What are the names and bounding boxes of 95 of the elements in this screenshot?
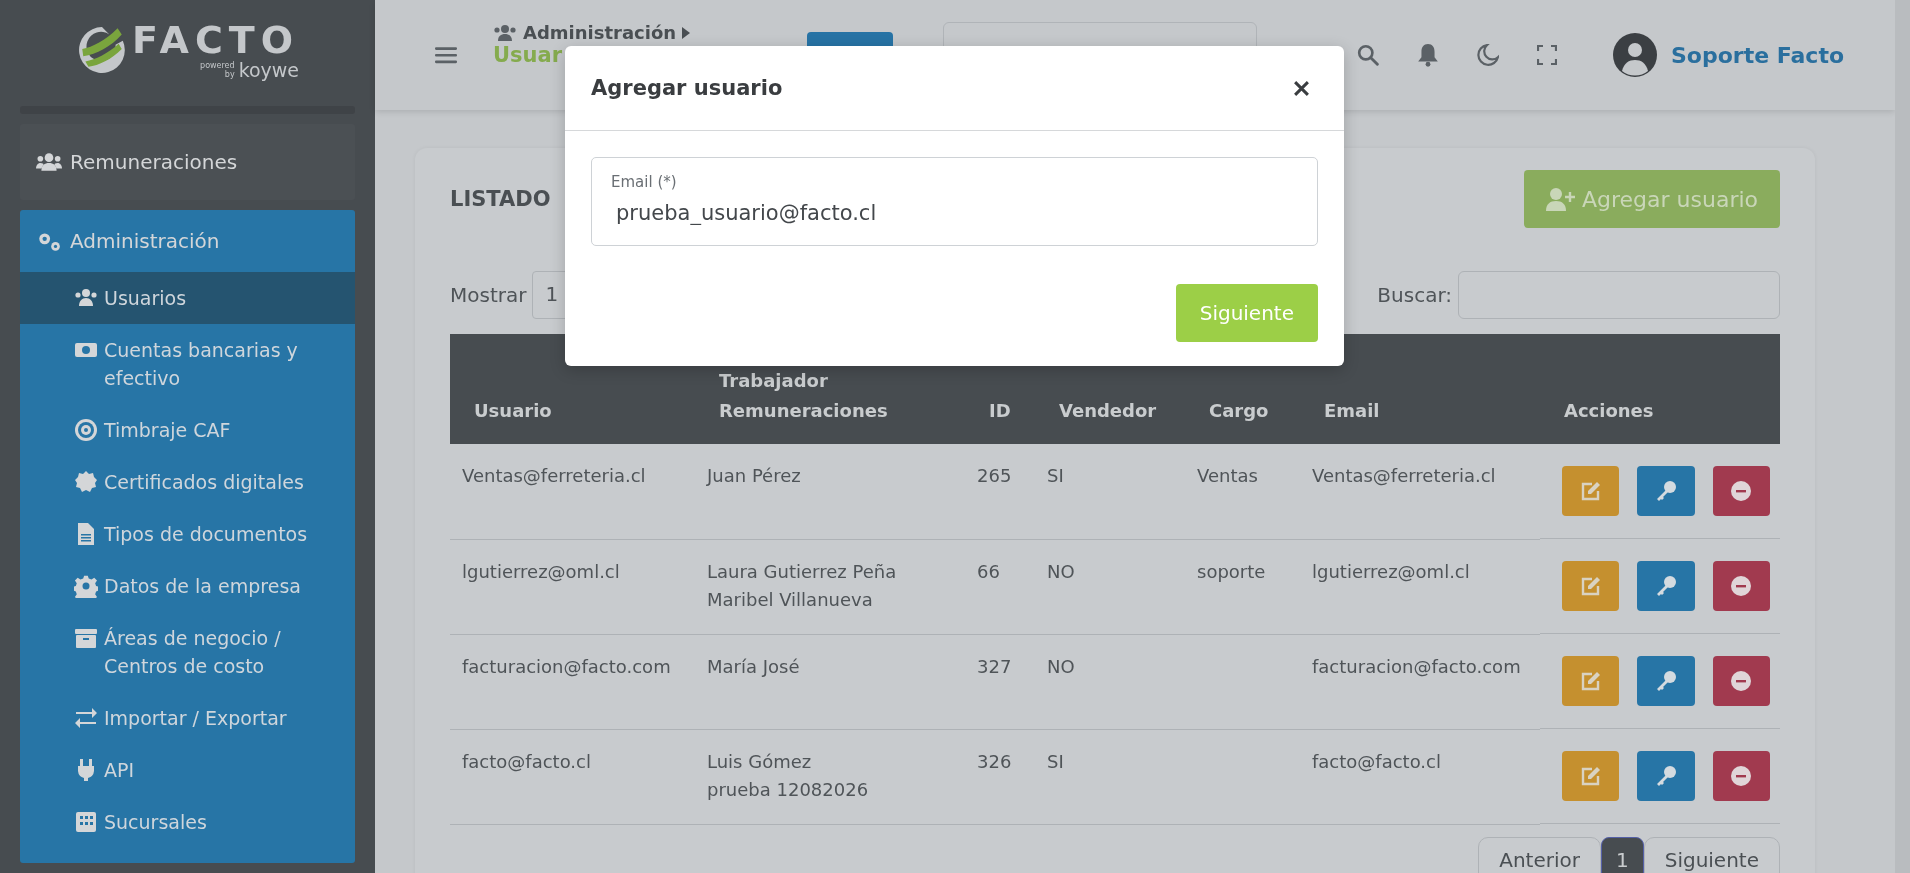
users-icon [493,22,517,43]
section-title: LISTADO [450,187,551,211]
sidebar-item[interactable]: Administración [20,210,355,272]
search-label: Buscar: [1377,283,1452,307]
page-title: Usuar [493,43,564,67]
column-header: Acciones [1564,400,1654,421]
search-field[interactable] [1458,271,1780,319]
table-cell: Juan Pérez [707,465,801,486]
grid-icon [74,810,98,834]
sidebar-item[interactable]: Sucursales [20,796,355,848]
table-cell: facturacion@facto.com [1312,655,1521,677]
close-icon[interactable] [1293,79,1310,97]
exchange-icon [74,706,98,730]
key-button[interactable] [1637,466,1695,516]
next-page-button[interactable]: Siguiente [1643,836,1780,873]
table-cell: facturacion@facto.com [462,655,671,677]
sidebar-item[interactable]: Datos de la empresa [20,560,355,612]
table-cell: facto@facto.cl [1312,750,1441,772]
key-button[interactable] [1637,751,1695,801]
column-header: Email [1324,400,1380,421]
target-icon [74,418,98,442]
sidebar-item[interactable]: Cuentas bancarias y efectivo [20,324,355,404]
table-cell: SI [1047,465,1064,486]
table-cell: 326 [977,750,1012,772]
sidebar-item[interactable]: Usuarios [20,272,355,324]
table-cell: SI [1047,750,1064,772]
remove-button[interactable] [1712,656,1770,706]
user-plus-icon [1545,187,1576,211]
key-icon [1655,575,1677,597]
column-header: ID [989,400,1011,421]
table-cell: 327 [977,655,1012,677]
table-cell: 66 [977,560,1000,582]
menu-icon[interactable] [435,46,457,64]
field-label: Email (*) [611,173,677,191]
table-cell: 265 [977,465,1012,486]
powered-by-text: powered by [200,61,235,79]
next-button[interactable]: Siguiente [1175,284,1318,342]
sidebar-item[interactable]: Timbraje CAF [20,404,355,456]
key-button[interactable] [1637,561,1695,611]
key-icon [1655,765,1677,787]
users-icon [36,151,62,173]
breadcrumb-link[interactable]: Administración [523,22,677,43]
remove-button[interactable] [1712,466,1770,516]
page-button[interactable]: 1 [1600,836,1644,873]
remove-icon [1730,670,1753,692]
moon-icon[interactable] [1477,44,1499,66]
remove-icon [1730,575,1753,597]
search-icon[interactable] [1357,44,1379,66]
fullscreen-icon[interactable] [1537,45,1557,65]
gear-icon [74,574,98,598]
avatar-icon[interactable] [1613,33,1657,77]
table-cell: María José [707,655,800,677]
key-icon [1655,670,1677,692]
show-label: Mostrar [450,283,527,307]
column-header: Vendedor [1059,400,1157,421]
table-cell: Ventas [1197,465,1258,486]
archive-icon [74,626,98,650]
edit-icon [1579,576,1602,596]
edit-icon [1579,766,1602,786]
column-header: Cargo [1209,400,1269,421]
table-cell: Ventas@ferreteria.cl [1312,465,1496,486]
previous-page-button[interactable]: Anterior [1478,836,1601,873]
sidebar-item[interactable]: Importar / Exportar [20,692,355,744]
sidebar-item[interactable]: Tipos de documentos [20,508,355,560]
caret-icon [682,26,691,39]
remove-button[interactable] [1712,751,1770,801]
table-cell: NO [1047,655,1075,677]
gears-icon [36,230,62,252]
sidebar-item[interactable]: API [20,744,355,796]
column-header: Usuario [474,400,552,421]
table-cell: Luis Gómez prueba 12082026 [707,750,869,800]
remove-button[interactable] [1712,561,1770,611]
user-name[interactable]: Soporte Facto [1671,42,1845,68]
sidebar-item[interactable]: Remuneraciones [20,124,355,200]
table-cell: Ventas@ferreteria.cl [462,465,646,486]
remove-icon [1730,480,1753,502]
brand-name: FACTO [131,20,300,60]
table-cell: NO [1047,560,1075,582]
partner-name: koywe [238,60,300,80]
table-cell: Laura Gutierrez Peña Maribel Villanueva [707,560,897,610]
certificate-icon [74,470,98,494]
edit-icon [1579,671,1602,691]
sidebar-item[interactable]: Certificados digitales [20,456,355,508]
column-header: Trabajador Remuneraciones [719,370,888,421]
table-cell: lgutierrez@oml.cl [462,560,620,582]
remove-icon [1730,765,1753,787]
key-button[interactable] [1637,656,1695,706]
modal-title: Agregar usuario [591,76,783,100]
edit-icon [1579,481,1602,501]
bell-icon[interactable] [1417,43,1439,67]
key-icon [1655,480,1677,502]
sidebar-item[interactable]: Áreas de negocio / Centros de costo [20,612,355,692]
table-cell: soporte [1197,560,1266,582]
table-cell: facto@facto.cl [462,750,591,772]
table-cell: lgutierrez@oml.cl [1312,560,1470,582]
